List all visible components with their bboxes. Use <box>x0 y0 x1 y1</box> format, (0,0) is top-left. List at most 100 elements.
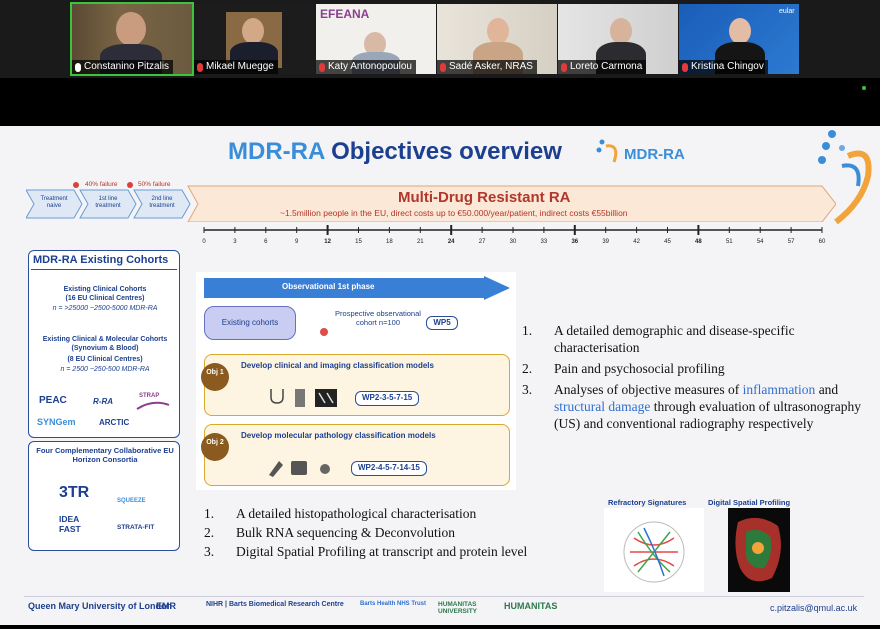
existing-cohorts-box: MDR-RA Existing Cohorts Existing Clinica… <box>28 250 180 438</box>
emr-logo: EMR <box>156 601 176 611</box>
timeline-tick-label: 45 <box>664 239 671 245</box>
muted-mic-icon <box>319 62 325 72</box>
sample-icon <box>320 464 330 474</box>
xray-icon <box>315 389 337 407</box>
participant-tile-1[interactable]: Constanino Pitzalis <box>70 2 194 76</box>
contact-email: c.pitzalis@qmul.ac.uk <box>770 603 858 613</box>
timeline-tick-label: 39 <box>602 239 609 245</box>
participant-name: Sadé Asker, NRAS <box>449 61 533 72</box>
timeline-tick-label: 27 <box>479 239 486 245</box>
timeline-tick-label: 12 <box>324 239 331 245</box>
participant-name: Constanino Pitzalis <box>84 61 170 72</box>
cohort-1-sub: (16 EU Clinical Centres) <box>65 295 145 302</box>
objective-1-box: Obj 1 Develop clinical and imaging class… <box>201 354 510 416</box>
tissue-stain-icon <box>735 517 781 582</box>
strata-fit-logo: STRATA-FIT <box>117 524 155 531</box>
idea-fast-logo: IDEA FAST <box>59 514 81 534</box>
timeline-tick-label: 3 <box>233 239 237 245</box>
list-number: 3. <box>204 544 215 559</box>
participant-name: Katy Antonopoulou <box>328 61 412 72</box>
participant-tile-5[interactable]: Loreto Carmona <box>558 4 678 74</box>
title-rest: Objectives overview <box>324 138 562 165</box>
failure-label-2: 50% failure <box>138 181 171 188</box>
list-text: A detailed demographic and disease-speci… <box>554 323 795 355</box>
humanitas-university-logo: HUMANITAS UNIVERSITY <box>438 601 478 615</box>
mdr-ra-logo-text: MDR-RA <box>624 146 685 163</box>
timeline-tick-label: 54 <box>757 239 764 245</box>
sequencer-icon <box>291 461 307 475</box>
timeline-tick-label: 15 <box>355 239 362 245</box>
participant-name-tag: Loreto Carmona <box>558 60 647 74</box>
mdr-ra-logo: MDR-RA <box>594 136 704 176</box>
timeline-tick-label: 6 <box>264 239 268 245</box>
r-ra-logo: R-RA <box>93 397 113 406</box>
objective-1-badge: Obj 1 <box>201 363 229 391</box>
list-number: 1. <box>204 506 215 521</box>
muted-mic-icon <box>561 62 567 72</box>
stethoscope-icon <box>270 389 284 404</box>
peac-logo: PEAC <box>39 395 67 406</box>
participant-tile-3[interactable]: EFEANA Katy Antonopoulou <box>316 4 436 74</box>
list-number: 3. <box>522 382 533 397</box>
eular-logo: eular <box>779 8 795 15</box>
timeline-tick-label: 21 <box>417 239 424 245</box>
existing-cohorts-pill: Existing cohorts <box>204 306 296 340</box>
highlight-inflammation: inflammation <box>742 382 816 397</box>
participant-name-tag: Kristina Chingov <box>679 60 768 74</box>
nihr-logo: NIHR | Barts Biomedical Research Centre <box>206 601 344 608</box>
muted-mic-icon <box>197 62 203 72</box>
wp5-badge: WP5 <box>426 316 458 330</box>
timeline-tick-label: 9 <box>295 239 299 245</box>
zoom-window: Constanino Pitzalis Mikael Muegge EFEANA… <box>0 0 880 629</box>
participant-name-tag: Constanino Pitzalis <box>72 60 174 74</box>
title-prefix: MDR-RA <box>228 138 325 165</box>
muted-mic-icon <box>440 62 446 72</box>
timeline-tick-label: 60 <box>819 239 826 245</box>
timeline-tick-label: 24 <box>448 239 455 245</box>
participant-name: Loreto Carmona <box>570 61 643 72</box>
refractory-signatures-label: Refractory Signatures <box>608 498 687 507</box>
molecular-icons <box>269 461 330 477</box>
list-number: 2. <box>204 525 215 540</box>
list-item: 1. A detailed demographic and disease-spe… <box>522 322 876 356</box>
objective-1-wp: WP2-3-5-7-15 <box>355 391 420 406</box>
objective-2-title: Develop molecular pathology classificati… <box>241 431 436 440</box>
consortia-title: Four Complementary Collaborative EU Hori… <box>36 446 174 464</box>
cohort-2-n: n = 2500 ~250-500 MDR-RA <box>60 366 150 373</box>
highlight-structural-damage: structural damage <box>554 399 651 414</box>
consortia-box: Four Complementary Collaborative EU Hori… <box>28 441 180 551</box>
syngem-logo: SYNGem <box>37 417 76 427</box>
observational-phase-label: Observational 1st phase <box>282 282 375 291</box>
list-item: 1. A detailed histopathological character… <box>204 504 604 523</box>
prospective-cohort-label: Prospective observational cohort n=100 <box>335 309 421 327</box>
mic-icon <box>75 62 81 72</box>
participant-strip: Constanino Pitzalis Mikael Muegge EFEANA… <box>0 0 880 78</box>
strap-swoosh-icon <box>136 401 170 410</box>
timeline-tick-label: 18 <box>386 239 393 245</box>
participant-tile-6[interactable]: eular Kristina Chingov <box>679 4 799 74</box>
digital-spatial-label: Digital Spatial Profiling <box>708 498 791 507</box>
barts-health-logo: Barts Health NHS Trust <box>360 601 427 607</box>
list-item: 2. Pain and psychosocial profiling <box>522 360 876 377</box>
participant-name-tag: Sadé Asker, NRAS <box>437 60 537 74</box>
muted-mic-icon <box>682 62 688 72</box>
list-text: Bulk RNA sequencing & Deconvolution <box>236 525 455 540</box>
participant-tile-2[interactable]: Mikael Muegge <box>194 4 314 74</box>
stage-label-3: 2nd line treatment <box>149 196 175 209</box>
timeline-tick-label: 33 <box>541 239 548 245</box>
list-number: 2. <box>522 361 533 376</box>
timeline-tick-label: 42 <box>633 239 640 245</box>
list-item: 2. Bulk RNA sequencing & Deconvolution <box>204 523 604 542</box>
participant-tile-4[interactable]: Sadé Asker, NRAS <box>437 4 557 74</box>
microscope-icon <box>269 461 283 477</box>
list-text: Analyses of objective measures of inflam… <box>554 382 862 431</box>
objective-2-badge: Obj 2 <box>201 433 229 461</box>
shared-slide: MDR-RA Objectives overview MDR-RA 40% fa… <box>0 126 880 625</box>
qmul-logo: Queen Mary University of London <box>28 601 173 611</box>
clinical-imaging-icons <box>270 389 337 407</box>
cohort-1-title: Existing Clinical Cohorts <box>63 286 147 293</box>
3tr-logo: 3TR <box>59 484 90 501</box>
timeline-tick-label: 0 <box>202 239 206 245</box>
cohorts-title: MDR-RA Existing Cohorts <box>33 254 169 266</box>
squeeze-logo: SQUEEZE <box>117 498 146 504</box>
